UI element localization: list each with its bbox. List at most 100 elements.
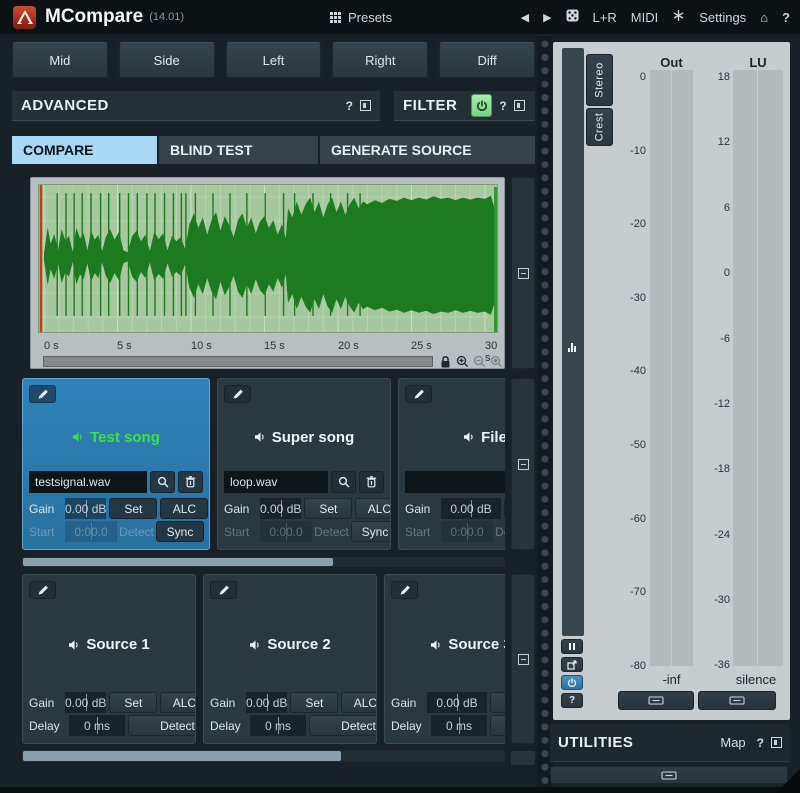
midi-learn-icon[interactable] xyxy=(672,9,685,25)
midi-button[interactable]: MIDI xyxy=(631,10,658,25)
detect-label[interactable]: Detect xyxy=(120,521,153,542)
advanced-section-header[interactable]: ADVANCED ? xyxy=(12,91,380,121)
random-preset-icon[interactable] xyxy=(566,9,579,25)
channel-mid-button[interactable]: Mid xyxy=(12,42,108,78)
channel-mode-button[interactable]: L+R xyxy=(593,10,617,25)
out-meter-bars[interactable] xyxy=(650,70,693,666)
set-button[interactable]: Set xyxy=(109,692,157,713)
tab-blind-test[interactable]: BLIND TEST xyxy=(159,136,318,164)
start-value[interactable]: 0:00.0 xyxy=(65,521,117,542)
melda-logo-icon[interactable] xyxy=(13,6,36,29)
zoom-in-icon[interactable] xyxy=(456,355,470,369)
delete-trash-icon[interactable] xyxy=(178,471,203,493)
sync-button[interactable]: Sync xyxy=(156,521,204,542)
previous-preset-button[interactable]: ◀ xyxy=(521,11,529,24)
gain-value[interactable]: 0.00 dB xyxy=(441,498,501,519)
detect-button[interactable]: Detect xyxy=(128,715,196,736)
waveform-plot[interactable] xyxy=(38,184,498,333)
set-button[interactable]: Set xyxy=(490,692,505,713)
sources-collapse-strip[interactable] xyxy=(511,574,535,744)
song-title[interactable]: Super song xyxy=(224,403,384,471)
histogram-icon[interactable] xyxy=(568,343,578,352)
file-name-field[interactable]: testsignal.wav xyxy=(29,471,147,493)
advanced-help-icon[interactable]: ? xyxy=(346,99,353,113)
detect-button[interactable]: Detect xyxy=(490,715,505,736)
source-panel-1[interactable]: Source 1 Gain 0.00 dB Set ALC Delay 0 ms… xyxy=(22,574,196,744)
utilities-window-icon[interactable] xyxy=(771,737,782,748)
waveform-scrollbar[interactable] xyxy=(38,355,506,369)
delay-value[interactable]: 0 ms xyxy=(431,715,487,736)
detect-label[interactable]: Detect xyxy=(315,521,348,542)
zoom-fit-icon[interactable] xyxy=(490,355,504,369)
alc-button[interactable]: ALC xyxy=(160,692,196,713)
delay-value[interactable]: 0 ms xyxy=(250,715,306,736)
meter-popout-button[interactable] xyxy=(561,657,583,672)
browse-search-icon[interactable] xyxy=(150,471,175,493)
alc-button[interactable]: ALC xyxy=(341,692,377,713)
waveform-collapse-strip[interactable] xyxy=(511,177,535,369)
delay-value[interactable]: 0 ms xyxy=(69,715,125,736)
songs-collapse-strip[interactable] xyxy=(511,378,535,550)
lu-meter-bar[interactable] xyxy=(733,70,783,666)
edit-pencil-icon[interactable] xyxy=(391,581,418,599)
lu-range-button[interactable] xyxy=(698,691,776,710)
edit-pencil-icon[interactable] xyxy=(29,581,56,599)
out-range-button[interactable] xyxy=(618,691,694,710)
settings-button[interactable]: Settings xyxy=(699,10,746,25)
file-name-field[interactable]: loop.wav xyxy=(224,471,328,493)
filter-power-button[interactable] xyxy=(471,94,492,117)
set-button[interactable]: Set xyxy=(304,498,352,519)
source-panel-3[interactable]: Source 3 Gain 0.00 dB Set ALC Delay 0 ms… xyxy=(384,574,505,744)
detect-label[interactable]: Detect xyxy=(496,521,505,542)
meter-pause-button[interactable] xyxy=(561,639,583,654)
presets-button[interactable]: Presets xyxy=(330,10,392,25)
sync-button[interactable]: Sync xyxy=(351,521,391,542)
edit-pencil-icon[interactable] xyxy=(210,581,237,599)
gain-value[interactable]: 0.00 dB xyxy=(260,498,301,519)
browse-search-icon[interactable] xyxy=(331,471,356,493)
filter-help-icon[interactable]: ? xyxy=(499,99,506,113)
channel-diff-button[interactable]: Diff xyxy=(439,42,535,78)
meter-power-button[interactable] xyxy=(561,675,583,690)
edit-pencil-icon[interactable] xyxy=(224,385,251,403)
bottom-collapse-bar[interactable] xyxy=(550,766,788,784)
song-title[interactable]: Test song xyxy=(29,403,203,471)
source-title[interactable]: Source 3 xyxy=(391,599,505,690)
edit-pencil-icon[interactable] xyxy=(405,385,432,403)
song-title[interactable]: File xyxy=(405,403,505,471)
channel-side-button[interactable]: Side xyxy=(119,42,215,78)
tab-generate-source[interactable]: GENERATE SOURCE xyxy=(320,136,535,164)
advanced-window-icon[interactable] xyxy=(360,100,371,111)
meter-help-button[interactable]: ? xyxy=(561,693,583,708)
utilities-help-icon[interactable]: ? xyxy=(757,736,764,750)
gain-value[interactable]: 0.00 dB xyxy=(65,692,106,713)
start-value[interactable]: 0:00.0 xyxy=(260,521,312,542)
gain-value[interactable]: 0.00 dB xyxy=(246,692,287,713)
start-value[interactable]: 0:00.0 xyxy=(441,521,493,542)
songs-scrollbar-thumb[interactable] xyxy=(23,558,333,566)
panel-divider-handle[interactable] xyxy=(537,36,553,787)
songs-scrollbar[interactable] xyxy=(22,557,505,567)
song-panel-super-song[interactable]: Super song loop.wav Gain 0.00 dB Set ALC xyxy=(217,378,391,550)
map-button[interactable]: Map xyxy=(720,735,745,750)
song-panel-test-song[interactable]: Test song testsignal.wav Gain 0.00 dB Se… xyxy=(22,378,210,550)
sources-scrollbar[interactable] xyxy=(22,750,505,762)
help-icon[interactable]: ? xyxy=(782,10,790,25)
edit-pencil-icon[interactable] xyxy=(29,385,56,403)
set-button[interactable]: Set xyxy=(504,498,505,519)
gain-value[interactable]: 0.00 dB xyxy=(427,692,487,713)
set-button[interactable]: Set xyxy=(290,692,338,713)
tab-compare[interactable]: COMPARE xyxy=(12,136,157,164)
meter-fader-strip[interactable] xyxy=(562,48,584,636)
set-button[interactable]: Set xyxy=(109,498,157,519)
source-title[interactable]: Source 1 xyxy=(29,599,189,690)
lock-icon[interactable] xyxy=(439,355,453,369)
detect-button[interactable]: Detect xyxy=(309,715,377,736)
delete-trash-icon[interactable] xyxy=(359,471,384,493)
filter-section-header[interactable]: FILTER ? xyxy=(394,91,535,121)
song-panel-file[interactable]: File Gain 0.00 dB Set ALC xyxy=(398,378,505,550)
filter-window-icon[interactable] xyxy=(514,100,525,111)
alc-button[interactable]: ALC xyxy=(355,498,391,519)
source-panel-2[interactable]: Source 2 Gain 0.00 dB Set ALC Delay 0 ms… xyxy=(203,574,377,744)
file-name-field[interactable] xyxy=(405,471,505,493)
